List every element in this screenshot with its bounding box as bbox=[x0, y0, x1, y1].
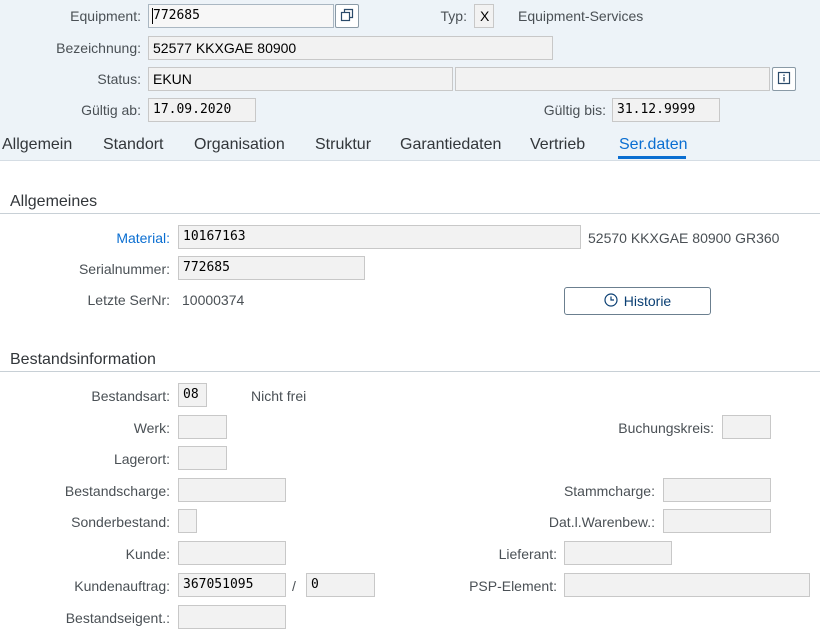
dat-warenbew-input[interactable] bbox=[663, 509, 771, 533]
stammcharge-input[interactable] bbox=[663, 478, 771, 502]
material-link[interactable]: Material: bbox=[116, 228, 170, 248]
letzte-sernr-label: Letzte SerNr: bbox=[87, 292, 170, 308]
section-divider-2 bbox=[0, 371, 820, 372]
gueltig-ab-label: Gültig ab: bbox=[81, 102, 141, 118]
bestandsart-text: Nicht frei bbox=[251, 388, 307, 404]
lagerort-label: Lagerort: bbox=[113, 451, 170, 467]
sonderbestand-input[interactable] bbox=[178, 509, 197, 533]
bestandseigent-input[interactable] bbox=[178, 605, 286, 629]
copy-window-icon bbox=[340, 8, 354, 25]
tab-garantiedaten[interactable]: Garantiedaten bbox=[400, 136, 501, 154]
tab-struktur[interactable]: Struktur bbox=[315, 136, 371, 154]
typ-label: Typ: bbox=[440, 8, 467, 24]
bestandsart-label: Bestandsart: bbox=[91, 388, 170, 404]
historie-label: Historie bbox=[623, 293, 672, 309]
tab-vertrieb[interactable]: Vertrieb bbox=[530, 136, 585, 154]
tab-organisation[interactable]: Organisation bbox=[194, 136, 285, 154]
dat-warenbew-label: Dat.l.Warenbew.: bbox=[548, 514, 655, 530]
status-input[interactable]: EKUN bbox=[148, 67, 453, 91]
bestandscharge-label: Bestandscharge: bbox=[64, 483, 170, 499]
section-title-bestandsinformation: Bestandsinformation bbox=[10, 351, 156, 368]
active-tab-indicator bbox=[618, 156, 686, 159]
clock-icon bbox=[604, 292, 618, 310]
tab-serdaten[interactable]: Ser.daten bbox=[619, 136, 688, 154]
werk-input[interactable] bbox=[178, 415, 227, 439]
info-icon bbox=[777, 71, 791, 88]
bestandsart-input[interactable]: 08 bbox=[178, 383, 207, 407]
tab-standort[interactable]: Standort bbox=[103, 136, 163, 154]
sonderbestand-label: Sonderbestand: bbox=[71, 514, 170, 530]
psp-element-label: PSP-Element: bbox=[469, 578, 557, 594]
lieferant-label: Lieferant: bbox=[498, 546, 557, 562]
kundenauftrag-separator: / bbox=[292, 578, 296, 594]
equipment-label: Equipment: bbox=[70, 8, 141, 24]
buchungskreis-input[interactable] bbox=[722, 415, 771, 439]
lieferant-input[interactable] bbox=[564, 541, 672, 565]
equipment-input[interactable]: 772685 bbox=[148, 4, 334, 28]
gueltig-bis-input[interactable]: 31.12.9999 bbox=[612, 98, 720, 122]
bestandscharge-input[interactable] bbox=[178, 478, 286, 502]
werk-label: Werk: bbox=[133, 420, 170, 436]
status-info-button[interactable] bbox=[772, 67, 796, 91]
copy-window-button[interactable] bbox=[335, 4, 359, 28]
kundenauftrag-position-input[interactable]: 0 bbox=[306, 573, 375, 597]
text-cursor bbox=[152, 8, 153, 24]
serialnummer-label: Serialnummer: bbox=[78, 261, 170, 277]
typ-text: Equipment-Services bbox=[518, 8, 644, 24]
gueltig-bis-label: Gültig bis: bbox=[543, 102, 606, 118]
kundenauftrag-label: Kundenauftrag: bbox=[74, 578, 170, 594]
bezeichnung-input[interactable]: 52577 KKXGAE 80900 bbox=[148, 36, 553, 60]
bestandseigent-label: Bestandseigent.: bbox=[65, 610, 170, 626]
letzte-sernr-value: 10000374 bbox=[182, 292, 245, 308]
kundenauftrag-input[interactable]: 367051095 bbox=[178, 573, 286, 597]
gueltig-ab-input[interactable]: 17.09.2020 bbox=[148, 98, 256, 122]
tab-allgemein[interactable]: Allgemein bbox=[2, 136, 72, 154]
psp-element-input[interactable] bbox=[564, 573, 810, 597]
bezeichnung-label: Bezeichnung: bbox=[56, 40, 141, 56]
status-input-2[interactable] bbox=[455, 67, 770, 91]
serialnummer-input[interactable]: 772685 bbox=[178, 256, 365, 280]
historie-button[interactable]: Historie bbox=[564, 287, 711, 315]
buchungskreis-label: Buchungskreis: bbox=[618, 420, 714, 436]
stammcharge-label: Stammcharge: bbox=[563, 483, 655, 499]
lagerort-input[interactable] bbox=[178, 446, 227, 470]
kunde-label: Kunde: bbox=[125, 546, 170, 562]
kunde-input[interactable] bbox=[178, 541, 286, 565]
section-title-allgemeines: Allgemeines bbox=[10, 193, 98, 210]
typ-input[interactable]: X bbox=[474, 4, 494, 28]
material-text: 52570 KKXGAE 80900 GR360 bbox=[588, 230, 780, 246]
section-divider bbox=[0, 213, 820, 214]
material-input[interactable]: 10167163 bbox=[178, 225, 581, 249]
status-label: Status: bbox=[97, 71, 141, 87]
